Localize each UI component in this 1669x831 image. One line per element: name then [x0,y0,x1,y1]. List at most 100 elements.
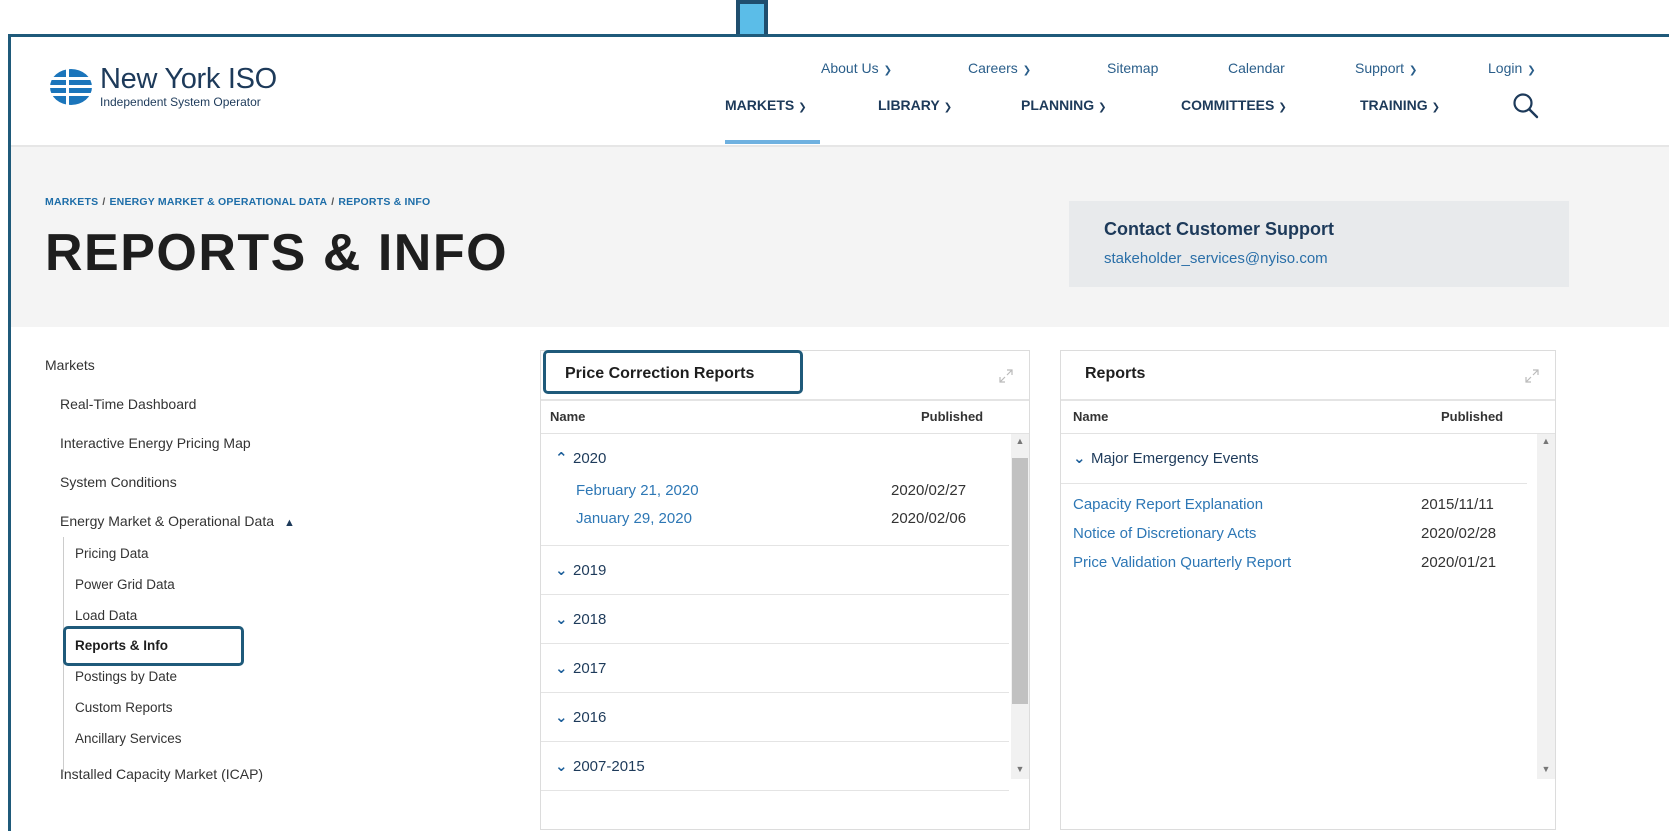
util-nav-login[interactable]: Login ❯ [1488,60,1536,76]
site-header: New York ISO Independent System Operator… [11,37,1669,147]
column-header-published[interactable]: Published [1441,409,1503,424]
chevron-down-icon: ❯ [1409,65,1418,76]
scroll-down-icon[interactable]: ▼ [1537,762,1555,776]
doc-date: 2020/01/21 [1421,554,1497,571]
doc-date: 2015/11/11 [1421,496,1494,513]
chevron-down-icon: ❯ [1022,65,1032,76]
panel-header: Reports [1061,351,1555,401]
chevron-down-icon: ⌄ [555,660,568,677]
breadcrumb: MARKETS / ENERGY MARKET & OPERATIONAL DATA… [45,196,430,208]
breadcrumb-markets[interactable]: MARKETS [45,196,98,208]
year-label: 2020 [573,450,607,467]
chevron-down-icon: ⌄ [1073,450,1086,467]
chevron-down-icon: ⌄ [555,709,568,726]
sidebar-subitem-postings-by-date[interactable]: Postings by Date [75,669,177,684]
nav-library[interactable]: LIBRARY ❯ [878,97,952,113]
doc-link[interactable]: January 29, 2020 [576,510,692,527]
doc-date: 2020/02/06 [891,510,967,527]
reports-info-highlight-box [63,626,244,666]
sidebar-item-energy-pricing-map[interactable]: Interactive Energy Pricing Map [60,435,251,451]
contact-title: Contact Customer Support [1104,219,1335,239]
util-nav-calendar[interactable]: Calendar [1228,60,1285,76]
panel-title: Reports [1085,365,1146,382]
year-label: 2007-2015 [573,758,645,775]
group-major-emergency-events[interactable]: ⌄ Major Emergency Events [1061,434,1527,484]
group-label: Major Emergency Events [1091,450,1259,467]
search-icon[interactable] [1511,91,1541,121]
chevron-down-icon: ❯ [943,102,953,113]
sidebar-item-system-conditions[interactable]: System Conditions [60,474,177,490]
chevron-down-icon: ⌄ [555,562,568,579]
scrollbar[interactable]: ▲ ▼ [1011,434,1029,779]
chevron-down-icon: ⌄ [555,758,568,775]
util-nav-sitemap[interactable]: Sitemap [1107,60,1158,76]
main-nav: MARKETS ❯ LIBRARY ❯ PLANNING ❯ COMMITTEES ❯ … [11,97,1669,119]
scrollbar-thumb[interactable] [1012,458,1028,704]
doc-link[interactable]: Price Validation Quarterly Report [1073,554,1291,571]
doc-link[interactable]: Capacity Report Explanation [1073,496,1263,513]
page-title: REPORTS & INFO [45,224,509,282]
title-band: MARKETS / ENERGY MARKET & OPERATIONAL DATA… [11,147,1669,327]
year-label: 2016 [573,709,607,726]
sidebar-item-real-time-dashboard[interactable]: Real-Time Dashboard [60,396,196,412]
chevron-down-icon: ❯ [883,65,892,76]
chevron-down-icon: ❯ [798,102,807,113]
year-group-2016[interactable]: ⌄ 2016 [541,693,1009,742]
active-nav-indicator [725,140,820,144]
chevron-up-icon: ▲ [284,517,295,529]
browser-frame: New York ISO Independent System Operator… [8,34,1669,831]
chevron-down-icon: ❯ [1098,102,1107,113]
utility-nav: About Us ❯ Careers ❯ Sitemap Calendar Supp… [11,60,1669,78]
breadcrumb-energy-market[interactable]: ENERGY MARKET & OPERATIONAL DATA [109,196,327,208]
column-header-name[interactable]: Name [550,409,585,424]
reports-panel: Reports Name Published ⌄ Major Emergency … [1060,350,1556,830]
chevron-down-icon: ⌄ [555,611,568,628]
nav-training[interactable]: TRAINING ❯ [1360,97,1440,113]
year-group-2020[interactable]: ⌃ 2020 February 21, 2020 2020/02/27 Janua… [541,434,1009,546]
sidebar-subitem-pricing-data[interactable]: Pricing Data [75,546,149,561]
sidebar-nav: Markets Real-Time Dashboard Interactive … [11,327,531,827]
util-nav-careers[interactable]: Careers ❯ [968,60,1031,76]
column-header-published[interactable]: Published [921,409,983,424]
doc-link[interactable]: February 21, 2020 [576,482,699,499]
contact-support-box: Contact Customer Support stakeholder_ser… [1069,201,1569,287]
sidebar-subitem-custom-reports[interactable]: Custom Reports [75,700,173,715]
breadcrumb-reports-info[interactable]: REPORTS & INFO [338,196,430,208]
year-group-2007-2015[interactable]: ⌄ 2007-2015 [541,742,1009,791]
scroll-up-icon[interactable]: ▲ [1011,434,1029,448]
expand-icon[interactable] [999,369,1013,383]
price-correction-highlight-box [543,350,803,394]
sidebar-subitem-power-grid-data[interactable]: Power Grid Data [75,577,175,592]
scrollbar[interactable]: ▲ ▼ [1537,434,1555,779]
sidebar-item-icap[interactable]: Installed Capacity Market (ICAP) [60,766,263,782]
doc-link[interactable]: Notice of Discretionary Acts [1073,525,1256,542]
breadcrumb-separator: / [331,196,335,208]
contact-email-link[interactable]: stakeholder_services@nyiso.com [1104,250,1569,267]
util-nav-support[interactable]: Support ❯ [1355,60,1417,76]
doc-date: 2020/02/27 [891,482,967,499]
nav-planning[interactable]: PLANNING ❯ [1021,97,1107,113]
year-label: 2019 [573,562,607,579]
column-header-name[interactable]: Name [1073,409,1108,424]
scroll-down-icon[interactable]: ▼ [1011,762,1029,776]
sidebar-item-markets[interactable]: Markets [45,357,95,373]
price-correction-reports-panel: Price Correction Reports Name Published … [540,350,1030,830]
util-nav-about-us[interactable]: About Us ❯ [821,60,892,76]
year-group-2019[interactable]: ⌄ 2019 [541,546,1009,595]
sidebar-subitem-load-data[interactable]: Load Data [75,608,137,623]
year-group-2017[interactable]: ⌄ 2017 [541,644,1009,693]
chevron-down-icon: ❯ [1278,102,1287,113]
year-group-2018[interactable]: ⌄ 2018 [541,595,1009,644]
breadcrumb-separator: / [102,196,106,208]
nav-committees[interactable]: COMMITTEES ❯ [1181,97,1287,113]
sidebar-item-energy-market-operational-data[interactable]: Energy Market & Operational Data ▲ [60,513,295,529]
nav-markets[interactable]: MARKETS ❯ [725,97,807,113]
chevron-up-icon: ⌃ [555,450,568,467]
scroll-up-icon[interactable]: ▲ [1537,434,1555,448]
chevron-down-icon: ❯ [1527,65,1536,76]
year-label: 2017 [573,660,607,677]
year-label: 2018 [573,611,607,628]
expand-icon[interactable] [1525,369,1539,383]
sidebar-subitem-ancillary-services[interactable]: Ancillary Services [75,731,182,746]
chevron-down-icon: ❯ [1431,102,1441,113]
